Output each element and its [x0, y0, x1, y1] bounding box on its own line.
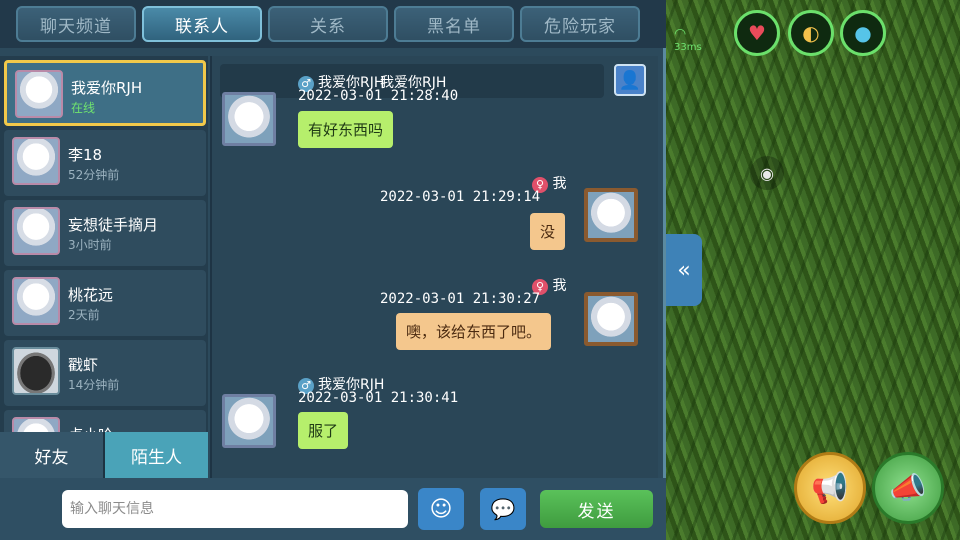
tab-friends[interactable]: 好友	[0, 432, 103, 478]
double-chevron-left-icon: «	[677, 257, 691, 283]
tab-relations[interactable]: 关系	[268, 6, 388, 42]
tab-chat-channel[interactable]: 聊天频道	[16, 6, 136, 42]
chat-panel: 聊天频道 联系人 关系 黑名单 危险玩家 我爱你RJH 在线 李18 52分钟前…	[0, 0, 666, 540]
contact-item[interactable]: 李18 52分钟前	[4, 130, 206, 196]
hunger-icon[interactable]: ◐	[788, 10, 834, 56]
chat-input-bar: ☺ 💬 发送	[0, 478, 666, 540]
tab-contacts[interactable]: 联系人	[142, 6, 262, 42]
contact-name: 我爱你RJH	[71, 79, 143, 97]
send-button[interactable]: 发送	[540, 490, 653, 528]
network-ping: ◠ 33ms	[674, 26, 702, 53]
message-time: 2022-03-01 21:30:27	[380, 291, 541, 307]
eye-icon[interactable]: ◉	[750, 156, 784, 190]
contact-name: 卢小哈	[68, 424, 113, 432]
message-area[interactable]: 我爱你RJH 👤 ♂ 我爱你RJH 2022-03-01 21:28:40 有好东…	[210, 56, 658, 478]
avatar	[12, 417, 60, 432]
top-tab-bar: 聊天频道 联系人 关系 黑名单 危险玩家	[0, 0, 666, 48]
contact-category-tabs: 好友 陌生人	[0, 432, 208, 478]
tab-dangerous-players[interactable]: 危险玩家	[520, 6, 640, 42]
message-time: 2022-03-01 21:30:41	[298, 390, 459, 406]
avatar[interactable]	[222, 394, 276, 448]
contact-name: 桃花远	[68, 286, 114, 304]
avatar	[12, 137, 60, 185]
contact-name: 戳虾	[68, 356, 99, 374]
speech-bubble-icon: 💬	[490, 497, 516, 521]
contact-status: 2天前	[68, 308, 100, 322]
contact-name: 李18	[68, 146, 103, 164]
contact-name: 妄想徒手摘月	[68, 216, 159, 234]
contact-item[interactable]: 桃花远 2天前	[4, 270, 206, 336]
contact-status: 52分钟前	[68, 168, 120, 182]
message-bubble[interactable]: 服了	[298, 412, 349, 449]
contact-item[interactable]: 卢小哈	[4, 410, 206, 432]
chat-input[interactable]	[62, 490, 408, 528]
wifi-icon: ◠	[674, 26, 687, 42]
message-time: 2022-03-01 21:29:14	[380, 189, 541, 205]
quick-phrase-icon[interactable]: 💬	[480, 488, 526, 530]
emoji-icon[interactable]: ☺	[418, 488, 464, 530]
smiley-face-icon: ☺	[429, 496, 453, 522]
avatar	[12, 347, 60, 395]
message-time: 2022-03-01 21:28:40	[298, 88, 459, 104]
contact-item[interactable]: 妄想徒手摘月 3小时前	[4, 200, 206, 266]
contact-list[interactable]: 我爱你RJH 在线 李18 52分钟前 妄想徒手摘月 3小时前 桃花远 2天前 …	[0, 56, 208, 432]
megaphone-world-button[interactable]: 📢	[794, 452, 866, 524]
contact-item[interactable]: 我爱你RJH 在线	[4, 60, 206, 126]
message-bubble[interactable]: 噢，该给东西了吧。	[396, 313, 552, 350]
avatar[interactable]	[584, 188, 638, 242]
contact-item[interactable]: 戳虾 14分钟前	[4, 340, 206, 406]
tab-strangers[interactable]: 陌生人	[105, 432, 208, 478]
avatar[interactable]	[584, 292, 638, 346]
contact-status: 3小时前	[68, 238, 112, 252]
health-heart-icon[interactable]: ♥	[734, 10, 780, 56]
collapse-panel-button[interactable]: «	[666, 234, 702, 306]
message-bubble[interactable]: 没	[530, 213, 566, 250]
water-drop-icon[interactable]: ●	[840, 10, 886, 56]
contact-status: 在线	[71, 101, 96, 115]
contact-status: 14分钟前	[68, 378, 120, 392]
megaphone-chat-button[interactable]: 📣	[872, 452, 944, 524]
avatar	[15, 70, 63, 118]
message-bubble[interactable]: 有好东西吗	[298, 111, 394, 148]
tab-blacklist[interactable]: 黑名单	[394, 6, 514, 42]
avatar	[12, 277, 60, 325]
avatar	[12, 207, 60, 255]
ping-label: 33ms	[674, 42, 702, 53]
profile-icon[interactable]: 👤	[614, 64, 646, 96]
avatar[interactable]	[222, 92, 276, 146]
